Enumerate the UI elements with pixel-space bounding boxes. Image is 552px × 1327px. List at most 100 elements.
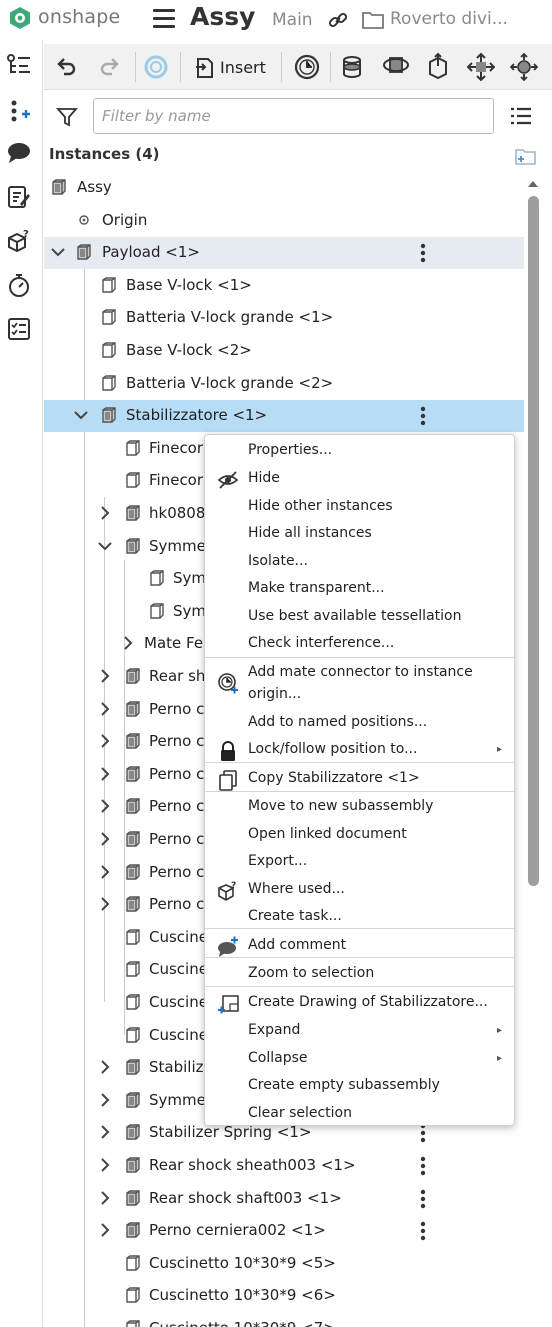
chevron-right-icon[interactable] bbox=[97, 1092, 113, 1108]
performance-timer-icon[interactable] bbox=[6, 272, 32, 298]
menu-item-create-drawing-of-stabilizzatore[interactable]: Create Drawing of Stabilizzatore... bbox=[205, 994, 514, 1016]
tree-row[interactable]: Perno cerniera002 <1> bbox=[44, 1215, 524, 1247]
fastened-mate-icon[interactable] bbox=[340, 52, 364, 82]
tree-row-origin[interactable]: Origin bbox=[44, 205, 524, 237]
row-options-icon[interactable] bbox=[420, 1189, 426, 1209]
tree-row[interactable]: Batteria V-lock grande <2> bbox=[44, 368, 524, 400]
menu-item-label: Open linked document bbox=[248, 826, 407, 842]
chevron-right-icon[interactable] bbox=[97, 1124, 113, 1140]
menu-item-expand[interactable]: Expand ▸ bbox=[205, 1022, 514, 1044]
menu-item-add-comment[interactable]: Add comment bbox=[205, 936, 514, 959]
chevron-right-icon[interactable] bbox=[97, 766, 113, 782]
onshape-logo-icon[interactable] bbox=[8, 6, 32, 30]
assembly-icon bbox=[124, 765, 142, 783]
tree-row[interactable]: Cuscinetto 10*30*9 <5> bbox=[44, 1248, 524, 1280]
chevron-right-icon[interactable] bbox=[97, 1059, 113, 1075]
chevron-right-icon[interactable] bbox=[97, 864, 113, 880]
mate-connector-icon[interactable] bbox=[293, 52, 321, 82]
planar-mate-icon[interactable] bbox=[467, 52, 495, 82]
menu-item-clear-selection[interactable]: Clear selection bbox=[205, 1105, 514, 1127]
tree-row[interactable]: Cuscinetto 10*30*9 <7> bbox=[44, 1313, 524, 1327]
chevron-right-icon[interactable] bbox=[97, 1157, 113, 1173]
chevron-right-icon[interactable] bbox=[97, 505, 113, 521]
redo-icon[interactable] bbox=[98, 52, 122, 82]
menu-item-copy-stabilizzatore-1[interactable]: Copy Stabilizzatore <1> bbox=[205, 770, 514, 792]
document-title[interactable]: Assy bbox=[190, 2, 255, 31]
menu-item-hide[interactable]: Hide bbox=[205, 470, 514, 492]
chevron-right-icon[interactable] bbox=[97, 831, 113, 847]
tree-row-label: Assy bbox=[77, 178, 112, 196]
menu-item-add-mate-connector-to-instance[interactable]: Add mate connector to instance origin... bbox=[205, 664, 514, 710]
add-mate-icon[interactable] bbox=[6, 98, 32, 124]
chevron-right-icon[interactable] bbox=[97, 733, 113, 749]
comments-icon[interactable] bbox=[6, 140, 32, 166]
menu-item-lock-follow-position-to[interactable]: Lock/follow position to... ▸ bbox=[205, 741, 514, 763]
where-used-icon[interactable]: ? bbox=[6, 228, 32, 254]
menu-item-export[interactable]: Export... bbox=[205, 853, 514, 875]
part-icon bbox=[124, 928, 142, 946]
tree-row[interactable]: Cuscinetto 10*30*9 <6> bbox=[44, 1280, 524, 1312]
folder-path[interactable]: Roverto divi... bbox=[390, 9, 508, 29]
tree-row-stabilizzatore[interactable]: Stabilizzatore <1> bbox=[44, 400, 524, 432]
menu-item-properties[interactable]: Properties... bbox=[205, 442, 514, 464]
revolute-mate-icon[interactable] bbox=[382, 52, 410, 82]
chevron-right-icon[interactable] bbox=[97, 668, 113, 684]
insert-button[interactable]: Insert bbox=[194, 52, 266, 82]
row-options-icon[interactable] bbox=[420, 406, 426, 426]
menu-item-create-empty-subassembly[interactable]: Create empty subassembly bbox=[205, 1077, 514, 1099]
ball-mate-icon[interactable] bbox=[509, 52, 539, 82]
menu-item-label: Hide all instances bbox=[248, 525, 372, 541]
menu-item-use-best-available-tessellation[interactable]: Use best available tessellation bbox=[205, 608, 514, 630]
assembly-icon bbox=[75, 243, 93, 261]
tree-row[interactable]: Base V-lock <2> bbox=[44, 335, 524, 367]
tree-row-assy[interactable]: Assy bbox=[44, 172, 524, 204]
feature-list-icon[interactable] bbox=[6, 52, 32, 78]
filter-input[interactable] bbox=[93, 98, 494, 134]
hamburger-menu-icon[interactable] bbox=[153, 9, 175, 29]
menu-item-create-task[interactable]: Create task... bbox=[205, 908, 514, 930]
checklist-icon[interactable] bbox=[6, 316, 32, 342]
undo-icon[interactable] bbox=[54, 52, 78, 82]
row-options-icon[interactable] bbox=[420, 1221, 426, 1241]
regenerate-icon[interactable] bbox=[143, 52, 169, 82]
new-folder-icon[interactable] bbox=[512, 145, 538, 167]
slider-mate-icon[interactable] bbox=[424, 52, 452, 82]
branch-label[interactable]: Main bbox=[272, 10, 313, 30]
menu-item-check-interference[interactable]: Check interference... bbox=[205, 635, 514, 657]
chevron-down-icon[interactable] bbox=[50, 244, 66, 260]
tree-row[interactable]: Batteria V-lock grande <1> bbox=[44, 302, 524, 334]
chevron-right-icon[interactable] bbox=[97, 701, 113, 717]
menu-item-make-transparent[interactable]: Make transparent... bbox=[205, 580, 514, 602]
link-icon[interactable] bbox=[328, 10, 348, 30]
menu-item-hide-other-instances[interactable]: Hide other instances bbox=[205, 498, 514, 520]
tree-scrollbar-thumb[interactable] bbox=[528, 196, 539, 886]
list-view-icon[interactable] bbox=[510, 106, 532, 126]
menu-item-isolate[interactable]: Isolate... bbox=[205, 553, 514, 575]
folder-icon[interactable] bbox=[361, 9, 385, 31]
row-options-icon[interactable] bbox=[420, 1156, 426, 1176]
chevron-down-icon[interactable] bbox=[97, 538, 113, 554]
menu-item-hide-all-instances[interactable]: Hide all instances bbox=[205, 525, 514, 547]
menu-item-open-linked-document[interactable]: Open linked document bbox=[205, 826, 514, 848]
assembly-icon bbox=[124, 1058, 142, 1076]
tree-row[interactable]: Rear shock shaft003 <1> bbox=[44, 1183, 524, 1215]
onshape-logo-text[interactable]: onshape bbox=[38, 6, 120, 28]
chevron-down-icon[interactable] bbox=[73, 407, 89, 423]
chevron-right-icon[interactable] bbox=[97, 896, 113, 912]
scroll-up-arrow-icon[interactable] bbox=[526, 178, 540, 190]
menu-item-add-to-named-positions[interactable]: Add to named positions... bbox=[205, 714, 514, 736]
tree-row[interactable]: Rear shock sheath003 <1> bbox=[44, 1150, 524, 1182]
notes-icon[interactable] bbox=[6, 184, 32, 210]
chevron-right-icon[interactable] bbox=[97, 1190, 113, 1206]
menu-item-where-used[interactable]: ? Where used... bbox=[205, 881, 514, 903]
row-options-icon[interactable] bbox=[420, 243, 426, 263]
menu-item-move-to-new-subassembly[interactable]: Move to new subassembly bbox=[205, 798, 514, 820]
chevron-right-icon[interactable] bbox=[97, 1222, 113, 1238]
filter-icon[interactable] bbox=[56, 106, 78, 128]
chevron-right-icon[interactable] bbox=[97, 798, 113, 814]
tree-row[interactable]: Base V-lock <1> bbox=[44, 270, 524, 302]
tree-row-payload[interactable]: Payload <1> bbox=[44, 237, 524, 269]
menu-item-zoom-to-selection[interactable]: Zoom to selection bbox=[205, 965, 514, 987]
chevron-right-icon[interactable] bbox=[120, 635, 136, 651]
menu-item-collapse[interactable]: Collapse ▸ bbox=[205, 1050, 514, 1072]
